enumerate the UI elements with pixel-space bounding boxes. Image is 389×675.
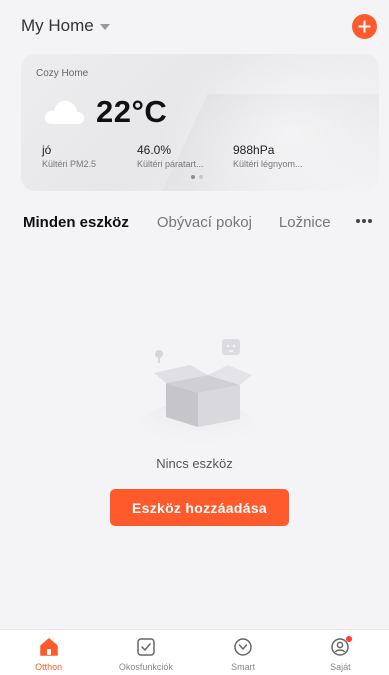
weather-stats: jó Kültéri PM2.5 46.0% Kültéri páratart.… <box>42 143 328 169</box>
stat-value: 988hPa <box>233 143 275 157</box>
stat-label: Kültéri páratart... <box>137 159 204 169</box>
plus-icon <box>358 20 371 32</box>
tabbar-label: Otthon <box>35 662 63 672</box>
notification-badge <box>346 636 353 642</box>
smart-icon <box>231 635 255 659</box>
tabbar-label: Smart <box>231 662 256 672</box>
tabbar-label: Okosfunkciók <box>118 662 173 672</box>
stat-humidity: 46.0% Kültéri páratart... <box>137 143 233 169</box>
room-tabs: Minden eszköz Obývací pokoj Ložnice <box>0 204 389 240</box>
empty-box-icon <box>128 339 268 445</box>
checkbox-icon <box>134 635 158 659</box>
tabbar-label: Saját <box>330 662 351 672</box>
add-device-button[interactable]: Eszköz hozzáadása <box>110 489 289 526</box>
empty-state-text: Nincs eszköz <box>156 456 233 471</box>
temperature-value: 22°C <box>96 94 168 129</box>
pager-dot-active <box>191 175 195 179</box>
tab-bedroom[interactable]: Ložnice <box>279 214 331 231</box>
tab-living-room[interactable]: Obývací pokoj <box>157 214 252 231</box>
more-dots-icon[interactable] <box>352 213 376 229</box>
bottom-tab-bar: Otthon Okosfunkciók Smart Saját <box>0 629 389 675</box>
tabbar-item-profile[interactable]: Saját <box>292 630 389 675</box>
tabbar-item-home[interactable]: Otthon <box>0 630 97 675</box>
add-button[interactable] <box>352 13 377 39</box>
pager-dot <box>199 175 203 179</box>
weather-card[interactable]: Cozy Home 22°C jó Kültéri PM2.5 46.0% Kü… <box>21 54 379 191</box>
home-selector[interactable]: My Home <box>21 16 110 36</box>
stat-pressure: 988hPa Kültéri légnyom... <box>233 143 328 169</box>
tab-all-devices[interactable]: Minden eszköz <box>23 214 129 231</box>
stat-value: jó <box>42 143 52 157</box>
home-icon <box>37 635 61 659</box>
chevron-down-icon <box>99 24 110 30</box>
card-pager <box>191 175 203 179</box>
tabbar-item-scenes[interactable]: Okosfunkciók <box>97 630 194 675</box>
home-name-label: Cozy Home <box>36 68 89 79</box>
header-bar: My Home <box>0 0 389 52</box>
tabbar-item-smart[interactable]: Smart <box>195 630 292 675</box>
stat-label: Kültéri PM2.5 <box>42 159 97 169</box>
stat-pm25: jó Kültéri PM2.5 <box>42 143 137 169</box>
cloud-icon <box>44 100 85 124</box>
home-title: My Home <box>21 16 94 35</box>
stat-label: Kültéri légnyom... <box>233 159 303 169</box>
profile-icon <box>328 635 353 659</box>
stat-value: 46.0% <box>137 143 172 157</box>
